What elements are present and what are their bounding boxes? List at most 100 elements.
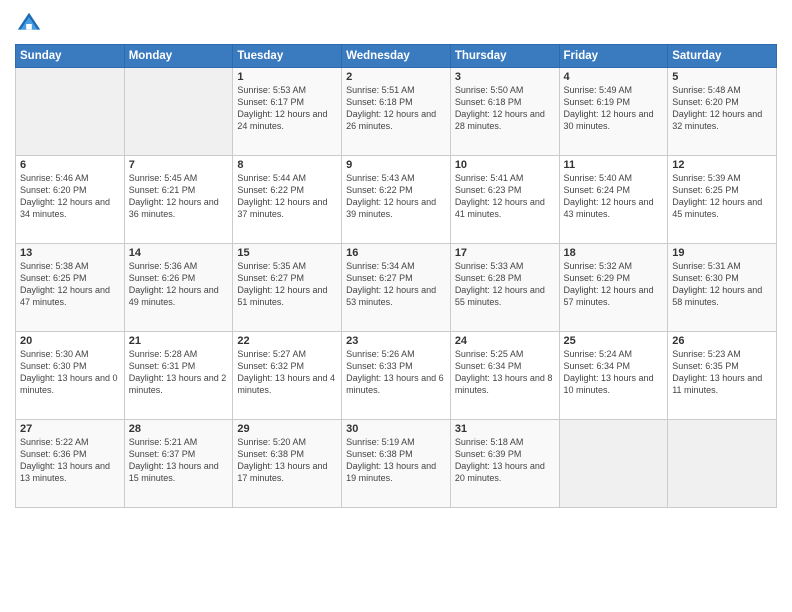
day-number: 17: [455, 247, 555, 259]
day-cell: 28Sunrise: 5:21 AMSunset: 6:37 PMDayligh…: [124, 420, 233, 508]
day-number: 19: [672, 247, 772, 259]
day-number: 28: [129, 423, 229, 435]
day-info: Sunrise: 5:24 AMSunset: 6:34 PMDaylight:…: [564, 348, 664, 397]
day-number: 15: [237, 247, 337, 259]
header-row: SundayMondayTuesdayWednesdayThursdayFrid…: [16, 45, 777, 68]
day-cell: 16Sunrise: 5:34 AMSunset: 6:27 PMDayligh…: [342, 244, 451, 332]
day-cell: 4Sunrise: 5:49 AMSunset: 6:19 PMDaylight…: [559, 68, 668, 156]
day-info: Sunrise: 5:43 AMSunset: 6:22 PMDaylight:…: [346, 172, 446, 221]
day-info: Sunrise: 5:40 AMSunset: 6:24 PMDaylight:…: [564, 172, 664, 221]
day-info: Sunrise: 5:48 AMSunset: 6:20 PMDaylight:…: [672, 84, 772, 133]
day-cell: 18Sunrise: 5:32 AMSunset: 6:29 PMDayligh…: [559, 244, 668, 332]
calendar-header: SundayMondayTuesdayWednesdayThursdayFrid…: [16, 45, 777, 68]
day-info: Sunrise: 5:46 AMSunset: 6:20 PMDaylight:…: [20, 172, 120, 221]
day-number: 5: [672, 71, 772, 83]
header-cell-saturday: Saturday: [668, 45, 777, 68]
day-info: Sunrise: 5:18 AMSunset: 6:39 PMDaylight:…: [455, 436, 555, 485]
day-info: Sunrise: 5:38 AMSunset: 6:25 PMDaylight:…: [20, 260, 120, 309]
day-cell: 13Sunrise: 5:38 AMSunset: 6:25 PMDayligh…: [16, 244, 125, 332]
day-info: Sunrise: 5:32 AMSunset: 6:29 PMDaylight:…: [564, 260, 664, 309]
day-info: Sunrise: 5:36 AMSunset: 6:26 PMDaylight:…: [129, 260, 229, 309]
week-row-1: 1Sunrise: 5:53 AMSunset: 6:17 PMDaylight…: [16, 68, 777, 156]
day-cell: 31Sunrise: 5:18 AMSunset: 6:39 PMDayligh…: [450, 420, 559, 508]
day-cell: [16, 68, 125, 156]
week-row-3: 13Sunrise: 5:38 AMSunset: 6:25 PMDayligh…: [16, 244, 777, 332]
day-number: 12: [672, 159, 772, 171]
day-number: 11: [564, 159, 664, 171]
week-row-4: 20Sunrise: 5:30 AMSunset: 6:30 PMDayligh…: [16, 332, 777, 420]
day-cell: 21Sunrise: 5:28 AMSunset: 6:31 PMDayligh…: [124, 332, 233, 420]
calendar-body: 1Sunrise: 5:53 AMSunset: 6:17 PMDaylight…: [16, 68, 777, 508]
day-cell: 15Sunrise: 5:35 AMSunset: 6:27 PMDayligh…: [233, 244, 342, 332]
day-cell: 20Sunrise: 5:30 AMSunset: 6:30 PMDayligh…: [16, 332, 125, 420]
header-cell-thursday: Thursday: [450, 45, 559, 68]
day-number: 25: [564, 335, 664, 347]
day-cell: 25Sunrise: 5:24 AMSunset: 6:34 PMDayligh…: [559, 332, 668, 420]
day-info: Sunrise: 5:31 AMSunset: 6:30 PMDaylight:…: [672, 260, 772, 309]
day-cell: [559, 420, 668, 508]
day-cell: 10Sunrise: 5:41 AMSunset: 6:23 PMDayligh…: [450, 156, 559, 244]
day-cell: 12Sunrise: 5:39 AMSunset: 6:25 PMDayligh…: [668, 156, 777, 244]
header-cell-monday: Monday: [124, 45, 233, 68]
day-cell: 27Sunrise: 5:22 AMSunset: 6:36 PMDayligh…: [16, 420, 125, 508]
day-number: 21: [129, 335, 229, 347]
day-number: 13: [20, 247, 120, 259]
day-cell: 3Sunrise: 5:50 AMSunset: 6:18 PMDaylight…: [450, 68, 559, 156]
day-number: 23: [346, 335, 446, 347]
day-info: Sunrise: 5:22 AMSunset: 6:36 PMDaylight:…: [20, 436, 120, 485]
day-cell: 14Sunrise: 5:36 AMSunset: 6:26 PMDayligh…: [124, 244, 233, 332]
day-info: Sunrise: 5:53 AMSunset: 6:17 PMDaylight:…: [237, 84, 337, 133]
header-cell-friday: Friday: [559, 45, 668, 68]
day-number: 14: [129, 247, 229, 259]
day-number: 9: [346, 159, 446, 171]
day-number: 2: [346, 71, 446, 83]
calendar-table: SundayMondayTuesdayWednesdayThursdayFrid…: [15, 44, 777, 508]
day-info: Sunrise: 5:51 AMSunset: 6:18 PMDaylight:…: [346, 84, 446, 133]
header: [15, 10, 777, 38]
day-info: Sunrise: 5:30 AMSunset: 6:30 PMDaylight:…: [20, 348, 120, 397]
day-cell: 19Sunrise: 5:31 AMSunset: 6:30 PMDayligh…: [668, 244, 777, 332]
logo-icon: [15, 10, 43, 38]
day-cell: 30Sunrise: 5:19 AMSunset: 6:38 PMDayligh…: [342, 420, 451, 508]
day-info: Sunrise: 5:39 AMSunset: 6:25 PMDaylight:…: [672, 172, 772, 221]
day-number: 6: [20, 159, 120, 171]
day-cell: 11Sunrise: 5:40 AMSunset: 6:24 PMDayligh…: [559, 156, 668, 244]
day-cell: 29Sunrise: 5:20 AMSunset: 6:38 PMDayligh…: [233, 420, 342, 508]
day-info: Sunrise: 5:20 AMSunset: 6:38 PMDaylight:…: [237, 436, 337, 485]
logo: [15, 10, 47, 38]
day-number: 22: [237, 335, 337, 347]
day-number: 16: [346, 247, 446, 259]
day-info: Sunrise: 5:49 AMSunset: 6:19 PMDaylight:…: [564, 84, 664, 133]
day-info: Sunrise: 5:25 AMSunset: 6:34 PMDaylight:…: [455, 348, 555, 397]
day-cell: 17Sunrise: 5:33 AMSunset: 6:28 PMDayligh…: [450, 244, 559, 332]
day-info: Sunrise: 5:50 AMSunset: 6:18 PMDaylight:…: [455, 84, 555, 133]
header-cell-tuesday: Tuesday: [233, 45, 342, 68]
day-number: 8: [237, 159, 337, 171]
header-cell-sunday: Sunday: [16, 45, 125, 68]
day-info: Sunrise: 5:44 AMSunset: 6:22 PMDaylight:…: [237, 172, 337, 221]
day-cell: 9Sunrise: 5:43 AMSunset: 6:22 PMDaylight…: [342, 156, 451, 244]
day-info: Sunrise: 5:35 AMSunset: 6:27 PMDaylight:…: [237, 260, 337, 309]
day-info: Sunrise: 5:28 AMSunset: 6:31 PMDaylight:…: [129, 348, 229, 397]
day-number: 4: [564, 71, 664, 83]
day-number: 24: [455, 335, 555, 347]
day-number: 3: [455, 71, 555, 83]
day-number: 31: [455, 423, 555, 435]
day-cell: [124, 68, 233, 156]
day-cell: 23Sunrise: 5:26 AMSunset: 6:33 PMDayligh…: [342, 332, 451, 420]
day-info: Sunrise: 5:27 AMSunset: 6:32 PMDaylight:…: [237, 348, 337, 397]
day-number: 26: [672, 335, 772, 347]
day-number: 27: [20, 423, 120, 435]
day-number: 7: [129, 159, 229, 171]
day-info: Sunrise: 5:33 AMSunset: 6:28 PMDaylight:…: [455, 260, 555, 309]
page: SundayMondayTuesdayWednesdayThursdayFrid…: [0, 0, 792, 612]
day-cell: 22Sunrise: 5:27 AMSunset: 6:32 PMDayligh…: [233, 332, 342, 420]
day-cell: 26Sunrise: 5:23 AMSunset: 6:35 PMDayligh…: [668, 332, 777, 420]
day-cell: [668, 420, 777, 508]
day-number: 20: [20, 335, 120, 347]
day-info: Sunrise: 5:21 AMSunset: 6:37 PMDaylight:…: [129, 436, 229, 485]
day-info: Sunrise: 5:45 AMSunset: 6:21 PMDaylight:…: [129, 172, 229, 221]
day-info: Sunrise: 5:19 AMSunset: 6:38 PMDaylight:…: [346, 436, 446, 485]
day-number: 18: [564, 247, 664, 259]
day-cell: 5Sunrise: 5:48 AMSunset: 6:20 PMDaylight…: [668, 68, 777, 156]
